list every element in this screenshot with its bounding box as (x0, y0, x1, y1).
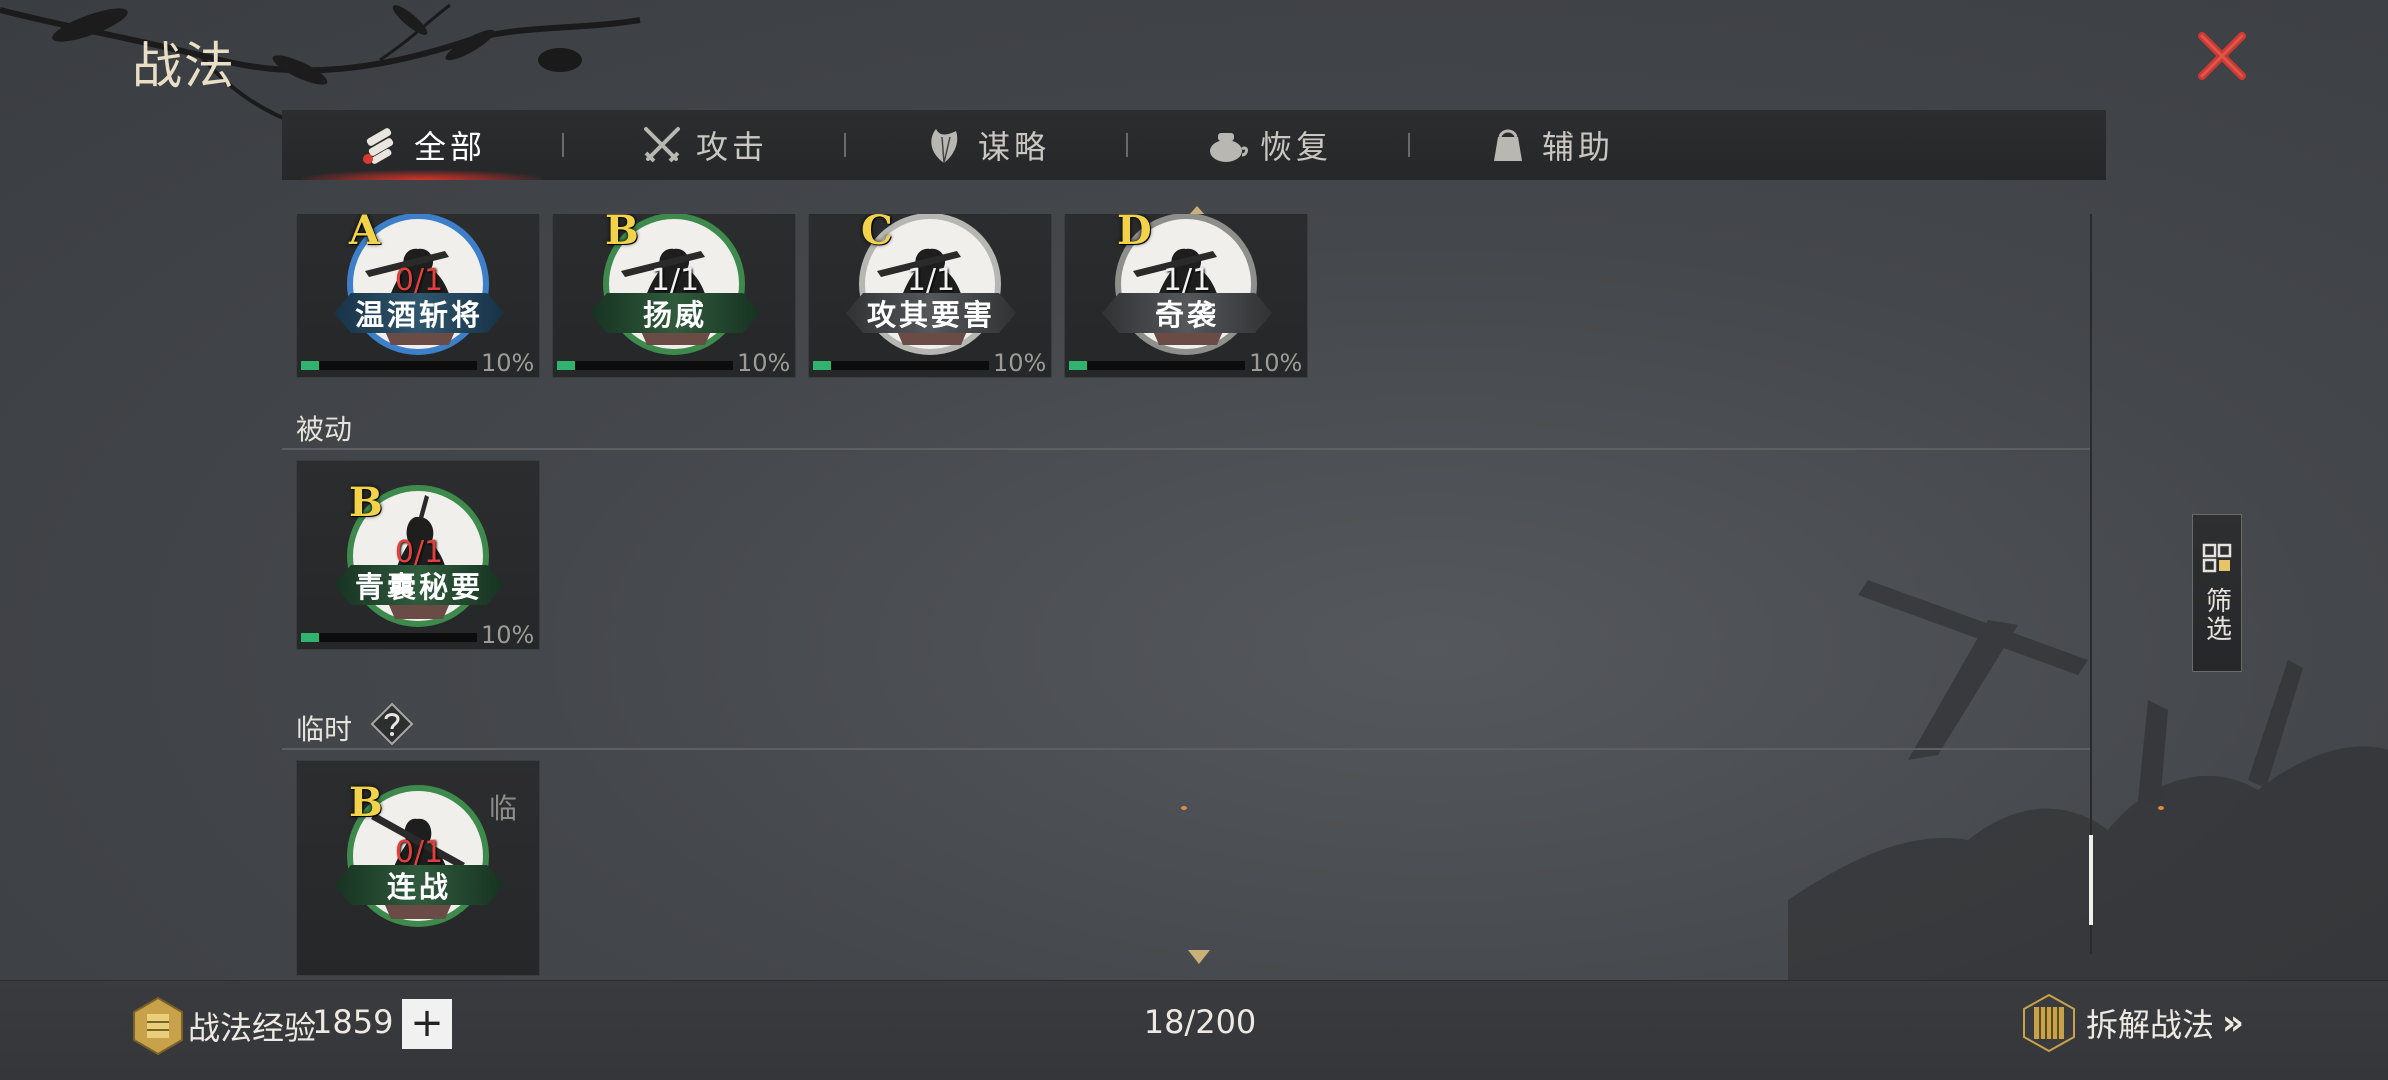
tab-label: 恢复 (1259, 128, 1332, 166)
progress-fill (301, 361, 319, 370)
progress-bar (557, 361, 733, 370)
progress-bar (1069, 361, 1245, 370)
question-icon[interactable] (370, 702, 414, 746)
progress-bar (813, 361, 989, 370)
skill-count: 0/1 (394, 535, 444, 570)
progress-fill (557, 361, 575, 370)
section-temporary-label: 临时 (296, 713, 353, 746)
skill-count: 1/1 (650, 263, 700, 298)
skill-inventory-count: 18/200 (1143, 1003, 1257, 1041)
progress-bar (301, 361, 477, 370)
skill-name: 攻其要害 (846, 293, 1016, 333)
filter-button[interactable]: 筛选 (2192, 514, 2242, 672)
tab-strategy[interactable]: 谋略 (846, 110, 1126, 180)
skill-card[interactable]: B 1/1 扬威 10% (552, 214, 796, 378)
skill-count: 1/1 (906, 263, 956, 298)
progress-fill (1069, 361, 1087, 370)
medicine-pot-icon (1209, 133, 1248, 162)
scrollbar-thumb[interactable] (2089, 835, 2093, 925)
tab-all[interactable]: 全部 (282, 110, 562, 180)
tab-label: 谋略 (977, 128, 1050, 166)
skill-card[interactable]: A 0/1 温酒斩将 10% (296, 214, 540, 378)
page-title: 战法 (132, 37, 236, 95)
skill-card[interactable]: B 0/1 青囊秘要 10% (296, 460, 540, 650)
tab-label: 辅助 (1541, 128, 1614, 166)
skill-name: 青囊秘要 (334, 565, 504, 605)
skill-name: 奇袭 (1102, 293, 1272, 333)
close-icon[interactable] (2194, 28, 2250, 84)
skill-exp-icon (133, 996, 183, 1056)
pouch-icon (1493, 129, 1522, 161)
double-chevron-right-icon: » (2222, 1003, 2244, 1043)
tab-attack[interactable]: 攻击 (564, 110, 844, 180)
progress-label: 10% (481, 349, 535, 377)
skill-count: 1/1 (1162, 263, 1212, 298)
bottom-bar: 战法经验 1859 + 18/200 拆解战法 » (0, 980, 2388, 1080)
grade-badge: B (349, 779, 383, 826)
ember-decoration (2158, 806, 2164, 810)
feather-fan-icon (931, 129, 958, 164)
skill-exp-label: 战法经验 (188, 1009, 317, 1047)
scroll-bundle-icon (362, 128, 394, 164)
progress-bar (301, 633, 477, 642)
grade-badge: B (349, 479, 383, 526)
tab-recovery[interactable]: 恢复 (1128, 110, 1408, 180)
progress-label: 10% (1249, 349, 1303, 377)
bamboo-scroll-icon (2023, 993, 2075, 1053)
skill-card[interactable]: C 1/1 攻其要害 10% (808, 214, 1052, 378)
filter-label: 筛选 (2201, 587, 2232, 643)
progress-fill (813, 361, 831, 370)
skill-name: 温酒斩将 (334, 293, 504, 333)
add-exp-button[interactable]: + (402, 999, 452, 1049)
dismantle-label: 拆解战法 (2086, 1006, 2215, 1044)
progress-fill (301, 633, 319, 642)
skill-name: 扬威 (590, 293, 760, 333)
skill-count: 0/1 (394, 835, 444, 870)
section-divider (282, 748, 2092, 750)
progress-label: 10% (993, 349, 1047, 377)
tab-label: 全部 (413, 128, 486, 166)
grade-badge: A (349, 214, 381, 254)
section-divider (282, 448, 2092, 450)
grade-badge: D (1117, 214, 1152, 254)
crossed-swords-icon (643, 127, 680, 163)
grade-badge: B (605, 214, 639, 254)
dismantle-skill-button[interactable]: 拆解战法 » (2020, 993, 2244, 1053)
category-tabs: 全部 攻击 谋略 恢复 辅助 (282, 110, 2106, 180)
tab-support[interactable]: 辅助 (1410, 110, 1690, 180)
skill-list[interactable]: A 0/1 温酒斩将 10% B 1/1 扬威 10% C 1/1 攻其要害 1… (282, 214, 2092, 976)
skill-count: 0/1 (394, 263, 444, 298)
section-passive-label: 被动 (296, 413, 353, 446)
scroll-down-indicator[interactable] (1188, 950, 1210, 964)
grid-filter-icon (2202, 543, 2232, 573)
skill-exp-value: 1859 (312, 1003, 394, 1041)
grade-badge: C (861, 214, 893, 254)
temporary-mark: 临 (488, 792, 517, 825)
progress-label: 10% (737, 349, 791, 377)
progress-label: 10% (481, 621, 535, 649)
tab-label: 攻击 (695, 128, 768, 166)
skill-card[interactable]: B 临 0/1 连战 (296, 760, 540, 976)
skill-card[interactable]: D 1/1 奇袭 10% (1064, 214, 1308, 378)
skill-name: 连战 (334, 865, 504, 905)
